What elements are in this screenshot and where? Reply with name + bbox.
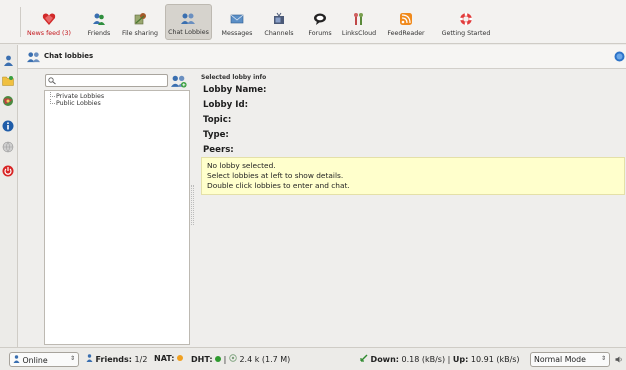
channels-icon	[271, 11, 287, 27]
side-toolbar	[0, 45, 16, 347]
links-cloud-icon	[351, 11, 367, 27]
dht-label: DHT:	[191, 355, 213, 364]
search-icon	[48, 77, 57, 87]
friends-icon	[86, 354, 96, 364]
globe-icon[interactable]	[2, 141, 14, 153]
notice-line: Select lobbies at left to show details.	[207, 171, 344, 180]
mode-value: Normal Mode	[534, 355, 586, 364]
friends-value: 1/2	[134, 355, 148, 364]
dht-status: DHT: | 2.4 k (1.7 M)	[191, 354, 290, 364]
tree-branch-line	[50, 92, 55, 97]
tree-branch-line	[50, 99, 55, 104]
lobby-name-label: Lobby Name:	[203, 85, 267, 95]
tab-getting-started[interactable]: Getting Started	[438, 4, 494, 40]
sound-icon[interactable]	[615, 356, 623, 365]
info-icon[interactable]	[2, 120, 14, 132]
lobby-notice-box: No lobby selected. Select lobbies at lef…	[201, 157, 625, 195]
getting-started-icon	[458, 11, 474, 27]
toolbar-separator	[20, 7, 21, 37]
messages-icon	[229, 11, 245, 27]
tab-links-cloud[interactable]: LinksCloud	[340, 4, 378, 40]
create-lobby-icon[interactable]	[171, 73, 187, 90]
tab-file-sharing[interactable]: File sharing	[119, 4, 161, 40]
tab-chat-lobbies[interactable]: Chat Lobbies	[165, 4, 212, 40]
folder-icon[interactable]	[2, 74, 14, 86]
tab-friends[interactable]: Friends	[84, 4, 114, 40]
tab-channels[interactable]: Channels	[262, 4, 296, 40]
dht-status-dot	[215, 356, 222, 362]
notice-line: No lobby selected.	[207, 161, 276, 170]
power-icon[interactable]	[2, 165, 14, 177]
chat-lobbies-panel: Chat lobbies Private Lobbies Public Lobb…	[17, 45, 626, 347]
lobby-id-label: Lobby Id:	[203, 100, 249, 110]
lobby-tree[interactable]: Private Lobbies Public Lobbies	[44, 90, 190, 345]
lobby-info-heading: Selected lobby info	[201, 74, 267, 81]
nat-label: NAT:	[154, 354, 175, 363]
friends-icon	[91, 11, 107, 27]
tab-feed-reader[interactable]: FeedReader	[386, 4, 426, 40]
down-value: 0.18 (kB/s)	[401, 355, 446, 364]
down-label: Down:	[370, 355, 399, 364]
main-toolbar: News feed (3) Friends File sharing Chat …	[0, 0, 626, 44]
friends-status: Friends: 1/2	[86, 354, 147, 364]
lobby-type-label: Type:	[203, 130, 229, 140]
tab-forums[interactable]: Forums	[304, 4, 336, 40]
file-sharing-icon	[132, 11, 148, 27]
help-icon[interactable]	[614, 51, 625, 64]
chat-lobbies-header-icon	[27, 50, 41, 65]
online-status-select[interactable]: Online ⇕	[9, 352, 79, 367]
lobby-topic-label: Topic:	[203, 115, 232, 125]
dht-network-icon	[229, 354, 240, 364]
friends-label: Friends:	[95, 355, 132, 364]
forums-icon	[312, 11, 328, 27]
lobby-search-input[interactable]	[45, 74, 168, 87]
lobby-peers-label: Peers:	[203, 145, 234, 155]
up-value: 10.91 (kB/s)	[470, 355, 520, 364]
panel-header: Chat lobbies	[18, 45, 626, 69]
status-separator: |	[223, 355, 227, 364]
nat-status-dot	[177, 355, 184, 361]
network-icon[interactable]	[2, 95, 14, 107]
status-bar: Online ⇕ Friends: 1/2 NAT: DHT: | 2.4 k …	[0, 347, 626, 370]
panel-splitter[interactable]	[191, 185, 194, 225]
heart-icon	[41, 11, 57, 27]
notice-line: Double click lobbies to enter and chat.	[207, 181, 350, 190]
bandwidth-arrow-icon	[360, 354, 371, 364]
chevron-updown-icon: ⇕	[69, 355, 75, 362]
chat-lobbies-icon	[181, 10, 197, 26]
tab-news-feed[interactable]: News feed (3)	[25, 4, 73, 40]
tab-messages[interactable]: Messages	[219, 4, 255, 40]
dht-value: 2.4 k (1.7 M)	[239, 355, 291, 364]
bandwidth-status: Down: 0.18 (kB/s) | Up: 10.91 (kB/s)	[360, 354, 520, 364]
status-separator: |	[447, 355, 451, 364]
person-icon[interactable]	[2, 54, 14, 66]
online-status-value: Online	[22, 356, 48, 365]
tree-item-private-lobbies[interactable]: Private Lobbies	[56, 93, 104, 100]
up-label: Up:	[452, 355, 469, 364]
panel-title: Chat lobbies	[44, 52, 94, 60]
mode-select[interactable]: Normal Mode ⇕	[530, 352, 610, 367]
tree-item-public-lobbies[interactable]: Public Lobbies	[56, 100, 101, 107]
chevron-updown-icon: ⇕	[600, 355, 606, 362]
feed-reader-icon	[398, 11, 414, 27]
nat-status: NAT:	[154, 354, 184, 363]
